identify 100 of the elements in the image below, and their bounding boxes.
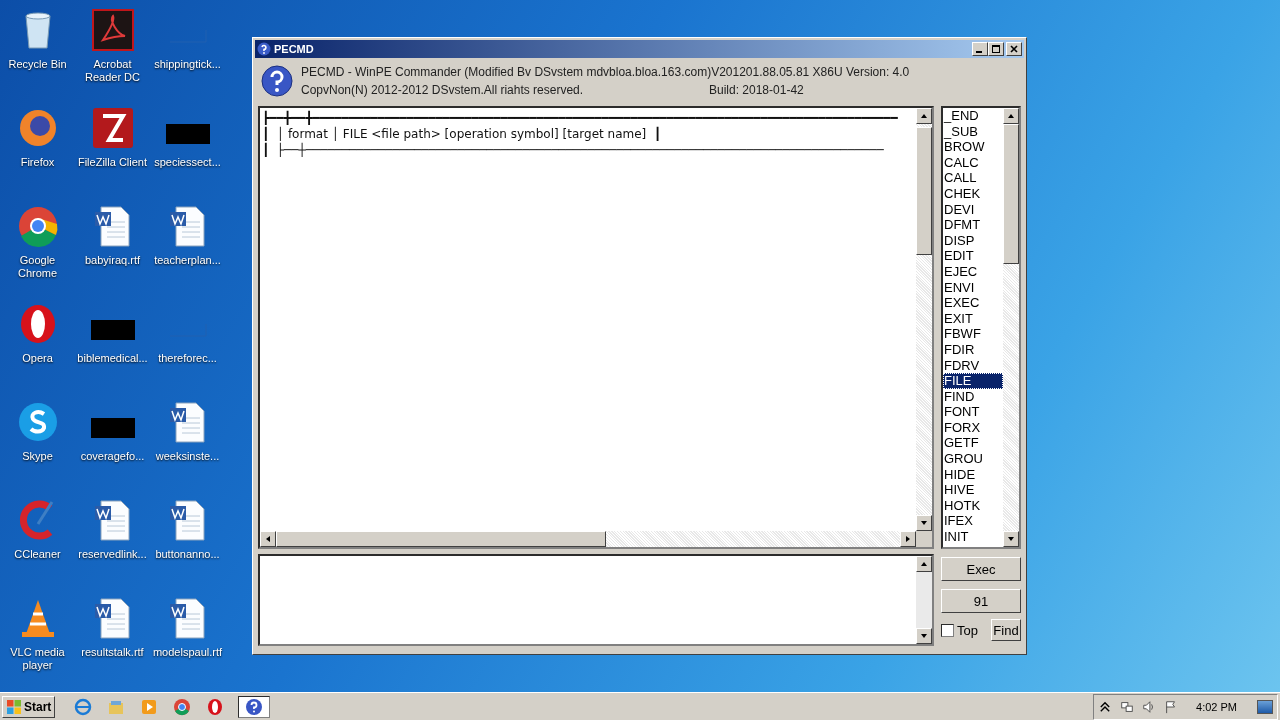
scroll-up-arrow-icon[interactable] (920, 560, 928, 568)
minimize-button[interactable] (972, 42, 988, 56)
command-list-item[interactable]: FIND (943, 388, 1003, 405)
browser-icon (74, 697, 93, 716)
command-list-item[interactable]: GETF (943, 435, 1003, 452)
chrome-icon (173, 697, 192, 716)
pdf-icon[interactable] (90, 8, 135, 52)
command-list-item[interactable]: HIVE (943, 482, 1003, 498)
command-list-item[interactable]: CALL (943, 170, 1003, 186)
editor-line: ┃ ├──┼──────────────────────────────────────────────────────────────────────────────── (262, 142, 884, 158)
command-list-item[interactable]: DFMT (943, 217, 1003, 233)
desktop-icon-label[interactable]: shippingtick... (150, 58, 225, 71)
clock[interactable]: 4:02 PM (1196, 700, 1237, 713)
command-list-item[interactable]: CHEK (943, 185, 1003, 202)
start-button[interactable]: Start (2, 695, 56, 718)
command-list-item[interactable]: EDIT (943, 248, 1003, 264)
command-list-item[interactable]: BROW (943, 139, 1003, 155)
desktop-icon-label[interactable]: FileZilla Client (75, 156, 150, 169)
scroll-left-arrow-icon[interactable] (264, 535, 272, 543)
desktop-icon-label[interactable]: thereforec... (150, 352, 225, 365)
command-list-item[interactable]: FILE (943, 373, 1003, 389)
copyright-text: CopvNon(N) 2012-2012 DSvstem.All riahts reserved. (301, 83, 585, 97)
desktop-icon-label[interactable]: Recycle Bin (0, 58, 75, 71)
command-list-item[interactable]: EXIT (943, 310, 1003, 327)
scroll-up-arrow-icon[interactable] (920, 112, 928, 120)
command-list-item[interactable]: EJEC (943, 263, 1003, 280)
editor-line: ┣━━╋━━╋━━━━━━━━━━━━━━━━━━━━━━━━━━━━━━━━━━━━━━━━━━━━━━━━━━━━━━━━━━━━━━━━━━━━━━━━━━━━━━━━━ (262, 110, 898, 126)
script-editor[interactable] (258, 106, 934, 549)
app-description: PECMD - WinPE Commander (Modified Bv DSvstem mdvbloa.bloa.163.com)V201201.88.05.81 X86U Version: 4.0 (301, 65, 910, 79)
list-scrollbar[interactable] (1003, 108, 1019, 547)
count-button[interactable]: 91 (941, 589, 1021, 613)
maximize-icon (991, 44, 1001, 54)
show-desktop-button[interactable] (1257, 699, 1273, 714)
top-checkbox-label[interactable]: Top (957, 622, 978, 638)
desktop-icon-label[interactable]: teacherplan... (150, 254, 225, 267)
desktop-icon-label[interactable]: reservedlink... (75, 548, 150, 561)
desktop-icon-label[interactable]: CCleaner (0, 548, 75, 561)
desktop-icon-label[interactable]: babyiraq.rtf (75, 254, 150, 267)
command-list-item[interactable]: FONT (943, 404, 1003, 420)
desktop-icon-label[interactable]: modelspaul.rtf (150, 646, 225, 659)
command-list-item[interactable]: DISP (943, 232, 1003, 249)
show-hidden-icons-icon[interactable] (1098, 699, 1113, 714)
command-list-item[interactable]: IFEX (943, 513, 1003, 530)
desktop-icon-label[interactable]: biblemedical... (75, 352, 150, 365)
desktop-icon-label[interactable]: Firefox (0, 156, 75, 169)
close-icon (1009, 44, 1019, 54)
command-list-item[interactable]: CALC (943, 154, 1003, 171)
help-icon (261, 65, 293, 97)
minimize-icon (976, 51, 982, 53)
window-title: PECMD (274, 43, 315, 55)
command-list-item[interactable]: _SUB (943, 123, 1003, 140)
desktop-icon-label[interactable]: Google Chrome (0, 254, 75, 280)
build-text: Build: 2018-01-42 (709, 83, 804, 97)
scrollbar-corner (916, 531, 932, 547)
taskbar-ie-button[interactable] (73, 696, 94, 717)
scroll-down-arrow-icon[interactable] (920, 632, 928, 640)
vertical-scrollbar[interactable] (916, 556, 932, 644)
command-list-item[interactable]: _END (943, 108, 1003, 124)
desktop-icon-label[interactable]: buttonanno... (150, 548, 225, 561)
horizontal-scrollbar[interactable] (260, 531, 932, 547)
scroll-down-arrow-icon[interactable] (920, 519, 928, 527)
scroll-up-arrow-icon[interactable] (1007, 112, 1015, 120)
desktop-icon-label[interactable]: VLC media player (0, 646, 75, 672)
command-input-field[interactable] (258, 554, 934, 646)
desktop-icon-label[interactable]: weeksinste... (150, 450, 225, 463)
maximize-button[interactable] (988, 42, 1004, 56)
command-list-item[interactable]: FBWF (943, 326, 1003, 342)
editor-line: ┃ │ format │ FILE <file path> [operation symbol] [target name] ┃ (262, 126, 662, 142)
command-list-item[interactable]: HIDE (943, 466, 1003, 483)
windows-logo-icon (6, 698, 22, 715)
close-button[interactable] (1006, 42, 1022, 56)
command-list-item[interactable]: HOTK (943, 497, 1003, 514)
scroll-down-arrow-icon[interactable] (1007, 535, 1015, 543)
desktop-icon-label[interactable]: Opera (0, 352, 75, 365)
help-icon (245, 697, 264, 716)
filezilla-icon[interactable] (90, 106, 135, 150)
network-icon[interactable] (1120, 699, 1135, 714)
command-list-item[interactable]: FDRV (943, 357, 1003, 374)
play-icon (140, 697, 159, 716)
exec-button[interactable]: Exec (941, 557, 1021, 581)
find-button[interactable]: Find (991, 619, 1021, 641)
top-checkbox[interactable] (941, 623, 954, 637)
help-icon (257, 42, 271, 56)
desktop-icon-label[interactable]: speciessect... (150, 156, 225, 169)
command-list-item[interactable]: FORX (943, 419, 1003, 436)
command-list-item[interactable]: EXEC (943, 295, 1003, 311)
command-list-item[interactable]: DEVI (943, 201, 1003, 218)
command-list-item[interactable]: GROU (943, 451, 1003, 467)
taskbar-chrome-button[interactable] (172, 696, 193, 717)
desktop-icon-label[interactable]: Skype (0, 450, 75, 463)
command-list-item[interactable]: ENVI (943, 279, 1003, 296)
taskbar-pecmd-button[interactable] (238, 695, 271, 718)
opera-icon (206, 697, 225, 716)
desktop-icon-label[interactable]: resultstalk.rtf (75, 646, 150, 659)
vertical-scrollbar[interactable] (916, 108, 932, 531)
desktop-icon-label[interactable]: Acrobat Reader DC (75, 58, 150, 84)
scroll-right-arrow-icon[interactable] (904, 535, 912, 543)
command-list-item[interactable]: INIT (943, 529, 1003, 545)
desktop-icon-label[interactable]: coveragefo... (75, 450, 150, 463)
command-list-item[interactable]: FDIR (943, 341, 1003, 358)
